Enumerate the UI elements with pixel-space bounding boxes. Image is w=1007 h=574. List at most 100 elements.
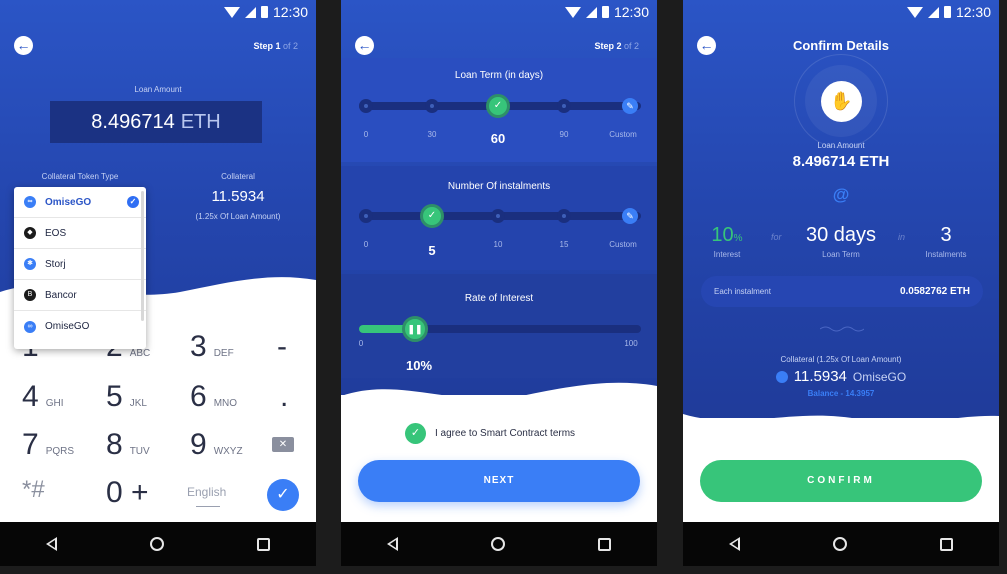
instalments-slider[interactable]: ✓ ✎	[359, 204, 641, 228]
nav-back-icon[interactable]	[46, 537, 58, 551]
check-icon: ✓	[127, 196, 139, 208]
slider-node[interactable]	[425, 99, 439, 113]
loan-amount-value: 8.496714 ETH	[792, 153, 890, 170]
nav-recents-icon[interactable]	[256, 537, 270, 551]
key-0[interactable]: 0 +	[106, 476, 149, 510]
language-indicator[interactable]: English	[187, 485, 226, 499]
slider-node[interactable]	[557, 209, 571, 223]
nav-recents-icon[interactable]	[939, 537, 953, 551]
collateral-note: (1.25x Of Loan Amount)	[195, 212, 281, 221]
nav-back-icon[interactable]	[387, 537, 399, 551]
key-4[interactable]: 4 GHI	[22, 380, 63, 414]
loan-term-slider[interactable]: ✓ ✎	[359, 94, 641, 118]
status-time: 12:30	[613, 4, 649, 20]
key-7[interactable]: 7 PQRS	[22, 428, 74, 462]
squiggle-divider	[820, 326, 864, 332]
loan-amount-input[interactable]: 8.496714 ETH	[50, 101, 262, 143]
key-3[interactable]: 3 DEF	[190, 330, 234, 364]
at-symbol: @	[832, 185, 850, 204]
battery-icon	[943, 6, 951, 18]
confirm-button[interactable]: CONFIRM	[700, 460, 982, 502]
pause-icon[interactable]: ❚❚	[402, 316, 428, 342]
tick-label-selected: 60	[490, 131, 506, 146]
battery-icon	[601, 6, 609, 18]
key-6[interactable]: 6 MNO	[190, 380, 237, 414]
token-option[interactable]: ◆ EOS	[14, 218, 146, 249]
loan-amount-label: Loan Amount	[134, 85, 182, 94]
signal-icon	[585, 6, 597, 18]
step-indicator: Step 1 of 2	[253, 41, 298, 51]
selected-check-icon[interactable]: ✓	[420, 204, 444, 228]
collateral-token: OmiseGO	[852, 369, 907, 384]
collateral-label: Collateral	[221, 172, 255, 181]
step-indicator: Step 2 of 2	[594, 41, 639, 51]
key-dot[interactable]: .	[280, 380, 288, 414]
key-star-hash[interactable]: *#	[22, 476, 45, 504]
bottom-panel	[341, 395, 657, 522]
slider-node[interactable]	[491, 209, 505, 223]
slider-node[interactable]	[359, 209, 373, 223]
each-instalment-row: Each instalment 0.0582762 ETH	[701, 276, 983, 307]
collateral-type-label: Collateral Token Type	[41, 172, 119, 181]
dropdown-scrollbar[interactable]	[141, 191, 144, 321]
eos-icon: ◆	[24, 227, 36, 239]
loan-amount-label: Loan Amount	[817, 141, 865, 150]
rate-title: Rate of Interest	[464, 293, 534, 304]
tick-label: 30	[427, 130, 437, 139]
rate-value: 10%	[405, 358, 433, 373]
done-check-button[interactable]: ✓	[267, 479, 299, 511]
rate-slider[interactable]: ❚❚	[359, 316, 641, 342]
key-8[interactable]: 8 TUV	[106, 428, 150, 462]
status-bar: 12:30	[0, 0, 316, 24]
slider-node[interactable]	[557, 99, 571, 113]
signal-icon	[244, 6, 256, 18]
wave-divider	[341, 382, 657, 408]
next-button[interactable]: NEXT	[358, 460, 640, 502]
token-option[interactable]: ✱ Storj	[14, 249, 146, 280]
collateral-value: 11.5934	[211, 188, 265, 205]
pencil-icon[interactable]: ✎	[622, 98, 638, 114]
loan-term-title: Loan Term (in days)	[454, 70, 544, 81]
wave-divider	[683, 414, 999, 434]
backspace-icon[interactable]: ✕	[272, 437, 294, 452]
nav-home-icon[interactable]	[149, 537, 164, 551]
status-bar: 12:30	[683, 0, 999, 24]
key-9[interactable]: 9 WXYZ	[190, 428, 243, 462]
selected-check-icon[interactable]: ✓	[486, 94, 510, 118]
collateral-value: 11.5934	[793, 368, 847, 385]
agree-terms-checkbox[interactable]: ✓ I agree to Smart Contract terms	[405, 423, 575, 444]
language-underline	[196, 506, 220, 507]
for-connector: for	[771, 232, 782, 242]
interest-stat: 10% Interest	[711, 224, 743, 259]
tick-label: 0	[363, 130, 369, 139]
nav-home-icon[interactable]	[832, 537, 847, 551]
rate-min-label: 0	[358, 339, 364, 348]
balance-text: Balance - 14.3957	[807, 389, 875, 398]
status-bar: 12:30	[341, 0, 657, 24]
instalments-stat: 3 Instalments	[925, 224, 967, 259]
phone-screen-step2: 12:30 ← Step 2 of 2 Loan Term (in days) …	[341, 0, 657, 574]
battery-icon	[260, 6, 268, 18]
token-dropdown[interactable]: ∞ OmiseGO ✓ ◆ EOS ✱ Storj B Bancor ∞ OmiseGO	[14, 187, 146, 349]
storj-icon: ✱	[24, 258, 36, 270]
collateral-label: Collateral (1.25x Of Loan Amount)	[780, 355, 902, 364]
loan-amount-value: 8.496714	[91, 110, 175, 133]
back-arrow-icon[interactable]: ←	[14, 36, 33, 55]
token-option[interactable]: ∞ OmiseGO ✓	[14, 187, 146, 218]
status-time: 12:30	[955, 4, 991, 20]
hand-coin-icon: ✋	[821, 81, 862, 122]
slider-node[interactable]	[359, 99, 373, 113]
nav-recents-icon[interactable]	[597, 537, 611, 551]
tick-label: Custom	[609, 130, 637, 139]
nav-back-icon[interactable]	[729, 537, 741, 551]
pencil-icon[interactable]: ✎	[622, 208, 638, 224]
tick-label-selected: 5	[428, 243, 436, 258]
back-arrow-icon[interactable]: ←	[355, 36, 374, 55]
token-option[interactable]: B Bancor	[14, 280, 146, 311]
token-option[interactable]: ∞ OmiseGO	[14, 311, 146, 342]
key-5[interactable]: 5 JKL	[106, 380, 147, 414]
nav-home-icon[interactable]	[490, 537, 505, 551]
bancor-icon: B	[24, 289, 36, 301]
wifi-icon	[564, 6, 581, 18]
key-minus[interactable]: -	[277, 330, 287, 364]
